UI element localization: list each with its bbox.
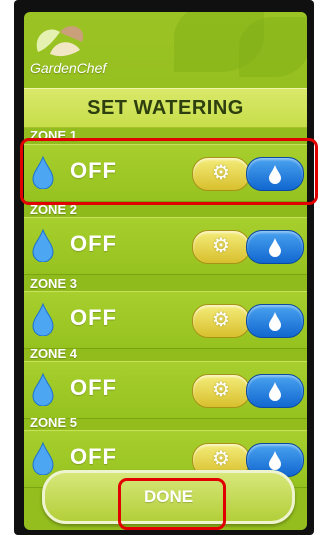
water-drop-icon [269, 451, 281, 470]
gear-icon: ⚙ [212, 162, 230, 184]
zone-row[interactable]: OFF ⚙ [24, 361, 307, 419]
zone-status: OFF [70, 305, 117, 330]
done-label: DONE [143, 487, 194, 506]
gear-icon: ⚙ [212, 379, 230, 401]
gardenchef-logo: GardenChef [30, 18, 150, 82]
leaf-decoration [239, 17, 307, 77]
brand-name: GardenChef [30, 60, 107, 76]
page-title: SET WATERING [87, 97, 244, 119]
logo-leaves-icon [36, 26, 84, 57]
device-frame: GardenChef SET WATERING ZONE 1 OFF ⚙ ZON… [14, 0, 314, 535]
gear-icon: ⚙ [212, 448, 230, 470]
water-drop-icon [32, 372, 54, 406]
zone-status: OFF [70, 444, 117, 469]
zone-row[interactable]: OFF ⚙ [24, 291, 307, 349]
zone-water-button[interactable] [246, 374, 304, 408]
zone-settings-button[interactable]: ⚙ [192, 157, 250, 191]
zone-status: OFF [70, 375, 117, 400]
water-drop-icon [269, 165, 281, 184]
zone-label: ZONE 2 [30, 202, 77, 217]
gear-icon: ⚙ [212, 235, 230, 257]
water-drop-icon [32, 302, 54, 336]
done-button[interactable]: DONE [42, 470, 295, 524]
zone-row[interactable]: OFF ⚙ [24, 217, 307, 275]
water-drop-icon [32, 155, 54, 189]
water-drop-icon [269, 238, 281, 257]
zone-water-button[interactable] [246, 230, 304, 264]
zone-label: ZONE 3 [30, 276, 77, 291]
zone-label: ZONE 1 [30, 128, 77, 143]
title-bar: SET WATERING [24, 88, 307, 128]
water-drop-icon [32, 228, 54, 262]
zone-row[interactable]: OFF ⚙ [24, 144, 307, 202]
zone-label: ZONE 4 [30, 346, 77, 361]
zone-settings-button[interactable]: ⚙ [192, 230, 250, 264]
water-drop-icon [269, 312, 281, 331]
watering-screen: GardenChef SET WATERING ZONE 1 OFF ⚙ ZON… [24, 12, 307, 530]
zone-status: OFF [70, 158, 117, 183]
zone-status: OFF [70, 231, 117, 256]
water-drop-icon [32, 441, 54, 475]
zone-settings-button[interactable]: ⚙ [192, 374, 250, 408]
zone-water-button[interactable] [246, 157, 304, 191]
water-drop-icon [269, 382, 281, 401]
gear-icon: ⚙ [212, 309, 230, 331]
zone-label: ZONE 5 [30, 415, 77, 430]
zone-water-button[interactable] [246, 304, 304, 338]
zone-settings-button[interactable]: ⚙ [192, 304, 250, 338]
